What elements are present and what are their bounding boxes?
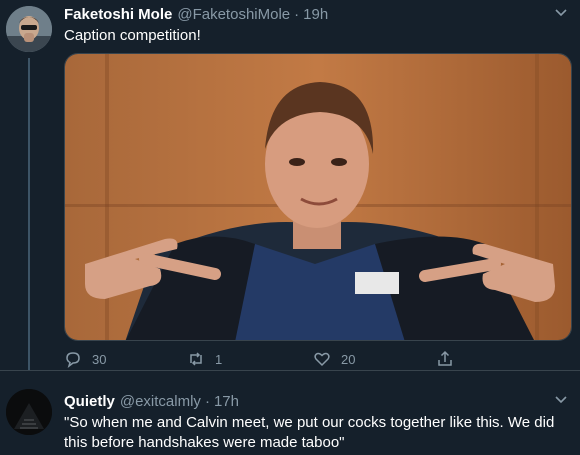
avatar[interactable] — [6, 6, 52, 52]
retweet-button[interactable]: 1 — [187, 350, 222, 368]
tweet-reply[interactable]: Quietly @exitcalmly · 17h "So when me an… — [0, 370, 580, 455]
reply-count: 30 — [92, 351, 107, 367]
tweet-original[interactable]: Faketoshi Mole @FaketoshiMole · 19h Capt… — [0, 0, 580, 370]
like-button[interactable]: 20 — [313, 350, 355, 368]
separator: · — [204, 393, 210, 410]
chevron-down-icon[interactable] — [554, 6, 568, 20]
timestamp[interactable]: 17h — [214, 393, 239, 410]
retweet-icon — [190, 352, 202, 366]
photo-image — [65, 54, 571, 340]
tweet-header: Quietly @exitcalmly · 17h — [64, 393, 239, 410]
separator: · — [294, 6, 300, 23]
heart-icon — [314, 352, 330, 367]
reply-button[interactable]: 30 — [64, 350, 106, 368]
tweet-actions: 30 1 20 — [64, 350, 504, 370]
author-name[interactable]: Quietly — [64, 393, 115, 410]
reply-icon — [66, 352, 80, 368]
tweet-photo[interactable] — [64, 53, 572, 341]
author-handle[interactable]: @exitcalmly — [120, 393, 201, 410]
tweet-text: Caption competition! — [64, 27, 201, 44]
like-count: 20 — [341, 351, 356, 367]
share-button[interactable] — [436, 350, 454, 368]
retweet-count: 1 — [215, 351, 223, 367]
author-name[interactable]: Faketoshi Mole — [64, 6, 172, 23]
avatar[interactable] — [6, 389, 52, 435]
avatar-photo — [6, 6, 52, 52]
tweet-text: "So when me and Calvin meet, we put our … — [64, 414, 555, 451]
chevron-down-icon[interactable] — [554, 393, 568, 407]
timestamp[interactable]: 19h — [303, 6, 328, 23]
tweet-header: Faketoshi Mole @FaketoshiMole · 19h — [64, 6, 328, 23]
share-icon — [438, 350, 452, 366]
avatar-photo — [6, 389, 52, 435]
author-handle[interactable]: @FaketoshiMole — [177, 6, 290, 23]
thread-line — [28, 58, 30, 370]
